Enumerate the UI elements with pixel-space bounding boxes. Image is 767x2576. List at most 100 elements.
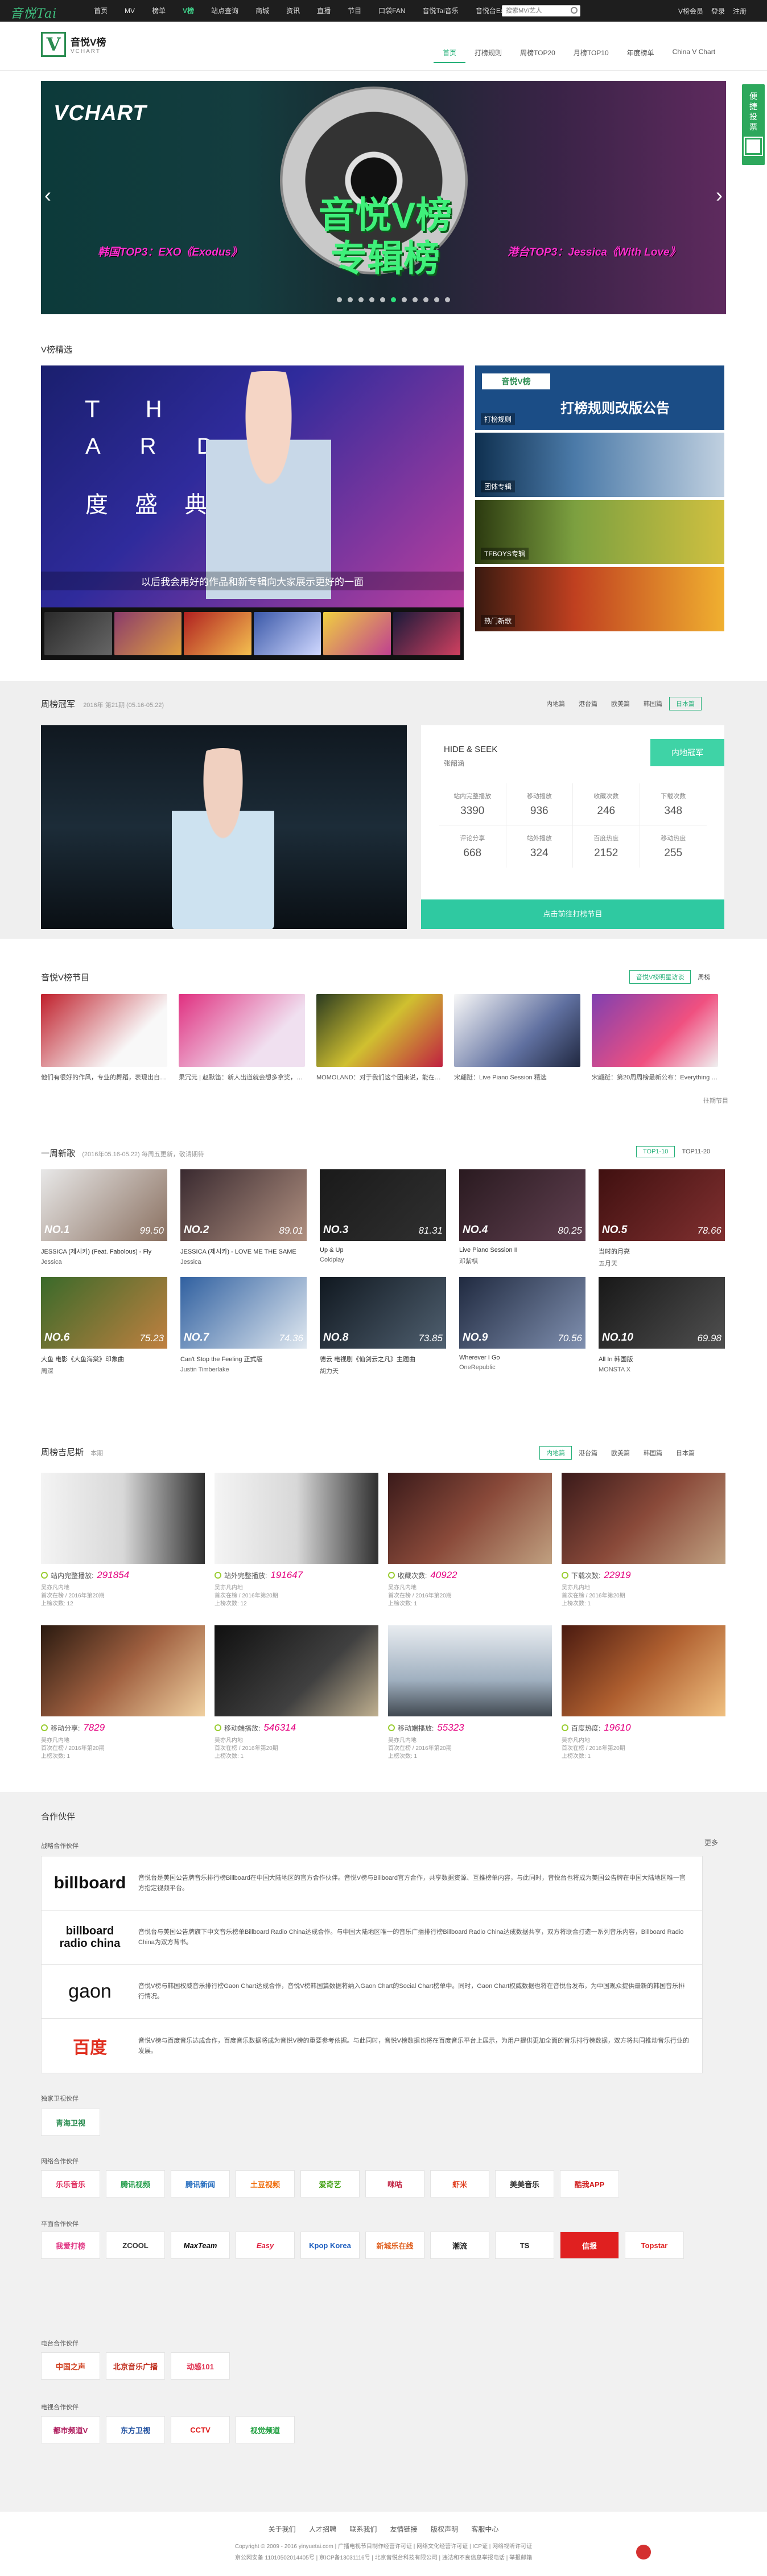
partner-logo[interactable]: 爱奇艺	[300, 2170, 360, 2197]
slide-dot[interactable]	[369, 297, 374, 302]
guinness-tile[interactable]: 移动分享: 7829 吴亦凡内地 首次在榜 / 2016年第20期 上榜次数: 1	[41, 1625, 205, 1761]
newsong-tile[interactable]: NO.9 70.56 Wherever I Go OneRepublic	[459, 1277, 585, 1375]
tab-weekly-show[interactable]: 周榜	[691, 970, 717, 984]
tab-mainland[interactable]: 内地篇	[539, 1446, 572, 1460]
thumb-image[interactable]	[393, 612, 460, 655]
nav-item-music[interactable]: 音悦Tai音乐	[414, 0, 467, 22]
partner-logo[interactable]: 东方卫视	[106, 2416, 165, 2443]
nav-item-charts[interactable]: 榜单	[143, 0, 174, 22]
featured-main-image[interactable]: T H A R D 度 盛 典 以后我会用好的作品和新专辑向大家展示更好的一面	[41, 365, 464, 607]
partners-more-link[interactable]: 更多	[704, 1838, 718, 1847]
champion-song-title[interactable]: HIDE & SEEK	[444, 745, 497, 754]
song-artist[interactable]: Coldplay	[320, 1256, 446, 1263]
partner-logo[interactable]: Kpop Korea	[300, 2232, 360, 2259]
guinness-tile[interactable]: 移动端播放: 546314 吴亦凡内地 首次在榜 / 2016年第20期 上榜次数: 1	[215, 1625, 378, 1761]
partner-logo[interactable]: 腾讯视频	[106, 2170, 165, 2197]
footer-link-service[interactable]: 客服中心	[471, 2525, 498, 2533]
song-title[interactable]: Up & Up	[320, 1247, 446, 1254]
next-arrow-icon[interactable]: ›	[716, 183, 723, 207]
partner-row[interactable]: gaon 音悦V榜与韩国权威音乐排行榜Gaon Chart达成合作，音悦V榜韩国…	[42, 1965, 702, 2019]
menu-item-monthly[interactable]: 月榜TOP10	[564, 48, 618, 63]
tab-korea[interactable]: 韩国篇	[637, 1446, 669, 1460]
footer-link-friends[interactable]: 友情链接	[390, 2525, 418, 2533]
guinness-tile[interactable]: 百度热度: 19610 吴亦凡内地 首次在榜 / 2016年第20期 上榜次数: 1	[562, 1625, 725, 1761]
song-title[interactable]: JESSICA (제시카) (Feat. Fabolous) - Fly	[41, 1247, 167, 1256]
newsong-tile[interactable]: NO.3 81.31 Up & Up Coldplay	[320, 1169, 446, 1268]
partner-row[interactable]: billboard radio china 音悦台与美国公告牌旗下中文音乐榜单B…	[42, 1911, 702, 1965]
show-item[interactable]: 宋翩跹：Live Piano Session 精选	[454, 994, 580, 1082]
tab-interviews[interactable]: 音悦V榜明星访谈	[629, 970, 691, 984]
more-shows-link[interactable]: 往期节目	[703, 1096, 728, 1105]
guinness-tile[interactable]: 移动端播放: 55323 吴亦凡内地 首次在榜 / 2016年第20期 上榜次数: 1	[388, 1625, 552, 1761]
show-item[interactable]: MOMOLAND：对于我们这个团来说，能在中国发展是最大的荣幸	[316, 994, 443, 1082]
site-logo[interactable]: 音悦Tai	[10, 3, 57, 22]
prev-arrow-icon[interactable]: ‹	[44, 183, 51, 207]
slide-dot[interactable]	[413, 297, 418, 302]
footer-link-contact[interactable]: 联系我们	[349, 2525, 377, 2533]
menu-item-rules[interactable]: 打榜规则	[465, 48, 511, 63]
partner-logo[interactable]: Topstar	[625, 2232, 684, 2259]
partner-logo[interactable]: TS	[495, 2232, 554, 2259]
nav-item-shows[interactable]: 节目	[339, 0, 370, 22]
partner-row[interactable]: 百度 音悦V榜与百度音乐达成合作，百度音乐数据将成为音悦V榜的重要参考依据。与此…	[42, 2019, 702, 2073]
partner-logo[interactable]: 我爱打榜	[41, 2232, 100, 2259]
newsong-tile[interactable]: NO.7 74.36 Can't Stop the Feeling 正式版 Justi…	[180, 1277, 307, 1375]
tab-western[interactable]: 欧美篇	[604, 697, 637, 710]
menu-item-annual[interactable]: 年度榜单	[618, 48, 663, 63]
song-title[interactable]: Live Piano Session II	[459, 1247, 585, 1254]
register-link[interactable]: 注册	[733, 6, 747, 16]
quick-vote-float[interactable]: 便捷投票	[742, 84, 765, 165]
search-input[interactable]	[502, 6, 580, 16]
slide-dot[interactable]	[445, 297, 450, 302]
tab-japan[interactable]: 日本篇	[669, 697, 702, 710]
song-artist[interactable]: Justin Timberlake	[180, 1366, 307, 1373]
song-title[interactable]: 大鱼 电影《大鱼海棠》印象曲	[41, 1354, 167, 1363]
partner-logo[interactable]: 北京音乐广播	[106, 2352, 165, 2380]
song-title[interactable]: All In 韩国版	[599, 1354, 725, 1363]
thumb-image[interactable]	[114, 612, 182, 655]
partner-logo[interactable]: 动感101	[171, 2352, 230, 2380]
slide-dot[interactable]	[348, 297, 353, 302]
song-title[interactable]: JESSICA (제시카) - LOVE ME THE SAME	[180, 1247, 307, 1256]
partner-logo[interactable]: 都市频道V	[41, 2416, 100, 2443]
partner-logo[interactable]: ZCOOL	[106, 2232, 165, 2259]
menu-item-china[interactable]: China V Chart	[663, 48, 724, 63]
newsong-tile[interactable]: NO.6 75.23 大鱼 电影《大鱼海棠》印象曲 周深	[41, 1277, 167, 1375]
hot-new-songs-card[interactable]: 热门新歌	[475, 567, 724, 631]
nav-item-fan[interactable]: 口袋FAN	[370, 0, 414, 22]
guinness-tile[interactable]: 收藏次数: 40922 吴亦凡内地 首次在榜 / 2016年第20期 上榜次数: 1	[388, 1473, 552, 1608]
menu-item-home[interactable]: 首页	[434, 48, 466, 63]
tab-korea[interactable]: 韩国篇	[637, 697, 669, 710]
partner-logo[interactable]: 新城乐在线	[365, 2232, 424, 2259]
tab-hktw[interactable]: 港台篇	[572, 697, 604, 710]
thumb-play-icon[interactable]	[44, 612, 112, 655]
partner-logo[interactable]: 酷我APP	[560, 2170, 619, 2197]
partner-logo[interactable]: MaxTeam	[171, 2232, 230, 2259]
login-link[interactable]: 登录	[711, 6, 725, 16]
newsong-tile[interactable]: NO.8 73.85 德云 电视剧《仙剑云之凡》主题曲 胡力天	[320, 1277, 446, 1375]
partner-logo[interactable]: 中国之声	[41, 2352, 100, 2380]
newsong-tile[interactable]: NO.2 89.01 JESSICA (제시카) - LOVE ME THE SAM…	[180, 1169, 307, 1268]
slide-dot[interactable]	[402, 297, 407, 302]
slide-dot[interactable]	[358, 297, 364, 302]
show-item[interactable]: 他们有很好的作风，专业的舞蹈，表现出自己的风格，我也想和他们合作一次	[41, 994, 167, 1082]
slide-dot[interactable]	[434, 297, 439, 302]
footer-link-copyright[interactable]: 版权声明	[431, 2525, 458, 2533]
partner-logo[interactable]: 土豆视频	[236, 2170, 295, 2197]
tab-hktw[interactable]: 港台篇	[572, 1446, 604, 1460]
partner-logo[interactable]: 青海卫视	[41, 2109, 100, 2136]
vip-link[interactable]: V榜会员	[678, 6, 703, 16]
song-artist[interactable]: Jessica	[41, 1259, 167, 1266]
song-title[interactable]: Wherever I Go	[459, 1354, 585, 1361]
partner-logo[interactable]: 信报	[560, 2232, 619, 2259]
nav-item-vchart[interactable]: V榜	[174, 0, 203, 22]
partner-logo[interactable]: 乐乐音乐	[41, 2170, 100, 2197]
group-album-card[interactable]: 团体专辑	[475, 433, 724, 497]
slide-dot[interactable]	[423, 297, 428, 302]
song-artist[interactable]: 五月天	[599, 1259, 725, 1268]
slide-dot[interactable]	[380, 297, 385, 302]
newsong-tile[interactable]: NO.10 69.98 All In 韩国版 MONSTA X	[599, 1277, 725, 1375]
partner-logo[interactable]: CCTV	[171, 2416, 230, 2443]
song-artist[interactable]: OneRepublic	[459, 1364, 585, 1371]
nav-item-query[interactable]: 站点查询	[203, 0, 247, 22]
